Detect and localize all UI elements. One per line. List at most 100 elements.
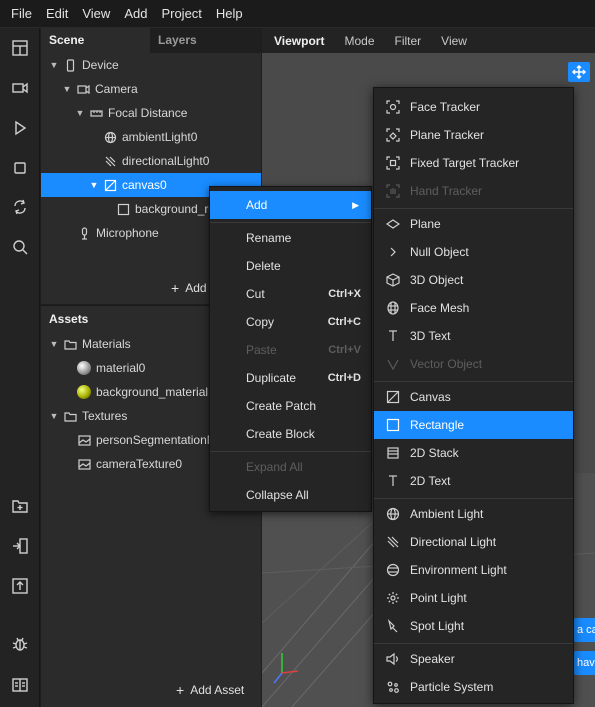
tab-scene[interactable]: Scene	[41, 28, 150, 53]
submenu-item-canvas[interactable]: Canvas	[374, 383, 573, 411]
tree-item-label: directionalLight0	[122, 154, 210, 168]
stop-icon[interactable]	[8, 156, 32, 180]
tooltip-fragment[interactable]: hav	[573, 651, 595, 675]
submenu-item-label: Speaker	[410, 652, 455, 666]
menu-view[interactable]: View	[75, 6, 117, 21]
caret-down-icon[interactable]: ▼	[49, 339, 59, 349]
submenu-item-face-mesh[interactable]: Face Mesh	[374, 294, 573, 322]
menu-project[interactable]: Project	[154, 6, 208, 21]
tree-item-focal-distance[interactable]: ▼ Focal Distance	[41, 101, 261, 125]
tab-view[interactable]: View	[441, 34, 467, 48]
shortcut-label: Ctrl+X	[328, 288, 361, 300]
tooltip-fragment[interactable]: a ca	[573, 618, 595, 642]
submenu-item-environment-light[interactable]: Environment Light	[374, 556, 573, 584]
layout-icon[interactable]	[8, 36, 32, 60]
submenu-item-label: Directional Light	[410, 535, 497, 549]
microphone-icon	[77, 226, 91, 240]
canvas-icon	[385, 389, 401, 405]
submenu-item-label: Face Tracker	[410, 100, 481, 114]
caret-down-icon[interactable]: ▼	[75, 108, 85, 118]
submenu-item-3d-object[interactable]: 3D Object	[374, 266, 573, 294]
submenu-item-label: Rectangle	[410, 418, 465, 432]
submenu-item-label: Null Object	[410, 245, 469, 259]
menu-item-duplicate[interactable]: Duplicate Ctrl+D	[210, 364, 371, 392]
move-tool-button[interactable]	[568, 62, 590, 82]
submenu-item-rectangle[interactable]: Rectangle	[374, 411, 573, 439]
submenu-item-directional-light[interactable]: Directional Light	[374, 528, 573, 556]
speaker-icon	[385, 651, 401, 667]
tab-mode[interactable]: Mode	[344, 34, 374, 48]
tree-item-directional-light[interactable]: directionalLight0	[41, 149, 261, 173]
export-icon[interactable]	[8, 574, 32, 598]
submenu-item-plane-tracker[interactable]: Plane Tracker	[374, 121, 573, 149]
submenu-item-fixed-target-tracker[interactable]: Fixed Target Tracker	[374, 149, 573, 177]
menu-item-label: Copy	[246, 315, 275, 329]
menu-item-label: Create Patch	[246, 399, 317, 413]
menu-item-copy[interactable]: Copy Ctrl+C	[210, 308, 371, 336]
menu-help[interactable]: Help	[209, 6, 250, 21]
menu-divider	[210, 451, 371, 452]
texture-icon	[77, 433, 91, 447]
submenu-item-point-light[interactable]: Point Light	[374, 584, 573, 612]
sync-icon[interactable]	[8, 195, 32, 219]
submenu-item-2d-text[interactable]: 2D Text	[374, 467, 573, 495]
bug-icon[interactable]	[8, 632, 32, 656]
menu-item-add[interactable]: Add ▶	[210, 191, 371, 219]
tree-item-ambient-light[interactable]: ambientLight0	[41, 125, 261, 149]
submenu-item-vector-object: Vector Object	[374, 350, 573, 378]
tree-item-label: personSegmentationM	[96, 433, 217, 447]
menu-item-delete[interactable]: Delete	[210, 252, 371, 280]
add-asset-button[interactable]: + Add Asset	[176, 680, 244, 700]
face-tracker-icon	[385, 99, 401, 115]
camera-icon[interactable]	[8, 76, 32, 100]
tab-layers[interactable]: Layers	[150, 28, 259, 53]
tab-viewport[interactable]: Viewport	[274, 34, 324, 48]
submenu-item-ambient-light[interactable]: Ambient Light	[374, 500, 573, 528]
menu-edit[interactable]: Edit	[39, 6, 75, 21]
tab-filter[interactable]: Filter	[395, 34, 422, 48]
play-icon[interactable]	[8, 116, 32, 140]
shortcut-label: Ctrl+D	[327, 372, 361, 384]
import-icon[interactable]	[8, 534, 32, 558]
console-icon[interactable]	[8, 673, 32, 697]
menu-item-collapse-all[interactable]: Collapse All	[210, 481, 371, 509]
tree-item-device[interactable]: ▼ Device	[41, 53, 261, 77]
context-menu: Add ▶ Rename Delete Cut Ctrl+X Copy Ctrl…	[209, 186, 372, 512]
scene-panel-tabs: Scene Layers	[41, 28, 261, 53]
menu-divider	[374, 381, 573, 382]
caret-down-icon[interactable]: ▼	[49, 411, 59, 421]
submenu-item-3d-text[interactable]: 3D Text	[374, 322, 573, 350]
submenu-item-plane[interactable]: Plane	[374, 210, 573, 238]
submenu-item-particle-system[interactable]: Particle System	[374, 673, 573, 701]
plane-icon	[385, 216, 401, 232]
submenu-item-label: Hand Tracker	[410, 184, 483, 198]
menu-item-rename[interactable]: Rename	[210, 224, 371, 252]
submenu-item-2d-stack[interactable]: 2D Stack	[374, 439, 573, 467]
submenu-item-null-object[interactable]: Null Object	[374, 238, 573, 266]
new-folder-icon[interactable]	[8, 494, 32, 518]
tree-item-camera[interactable]: ▼ Camera	[41, 77, 261, 101]
menu-item-create-patch[interactable]: Create Patch	[210, 392, 371, 420]
search-icon[interactable]	[8, 235, 32, 259]
add-object-label: Add	[185, 281, 207, 295]
menu-item-create-block[interactable]: Create Block	[210, 420, 371, 448]
tree-item-label: Materials	[82, 337, 131, 351]
submenu-item-face-tracker[interactable]: Face Tracker	[374, 93, 573, 121]
submenu-item-speaker[interactable]: Speaker	[374, 645, 573, 673]
viewport-toolbar: Viewport Mode Filter View	[262, 28, 595, 53]
menu-item-cut[interactable]: Cut Ctrl+X	[210, 280, 371, 308]
add-object-button[interactable]: + Add	[171, 278, 207, 298]
hand-tracker-icon	[385, 183, 401, 199]
caret-down-icon[interactable]: ▼	[62, 84, 72, 94]
caret-down-icon[interactable]: ▼	[89, 180, 99, 190]
submenu-item-label: 2D Text	[410, 474, 451, 488]
submenu-item-label: Fixed Target Tracker	[410, 156, 520, 170]
canvas-icon	[103, 178, 117, 192]
caret-down-icon[interactable]: ▼	[49, 60, 59, 70]
menu-file[interactable]: File	[4, 6, 39, 21]
submenu-item-label: Spot Light	[410, 619, 465, 633]
menu-divider	[374, 643, 573, 644]
menu-item-label: Expand All	[246, 460, 303, 474]
submenu-item-spot-light[interactable]: Spot Light	[374, 612, 573, 640]
menu-add[interactable]: Add	[117, 6, 154, 21]
